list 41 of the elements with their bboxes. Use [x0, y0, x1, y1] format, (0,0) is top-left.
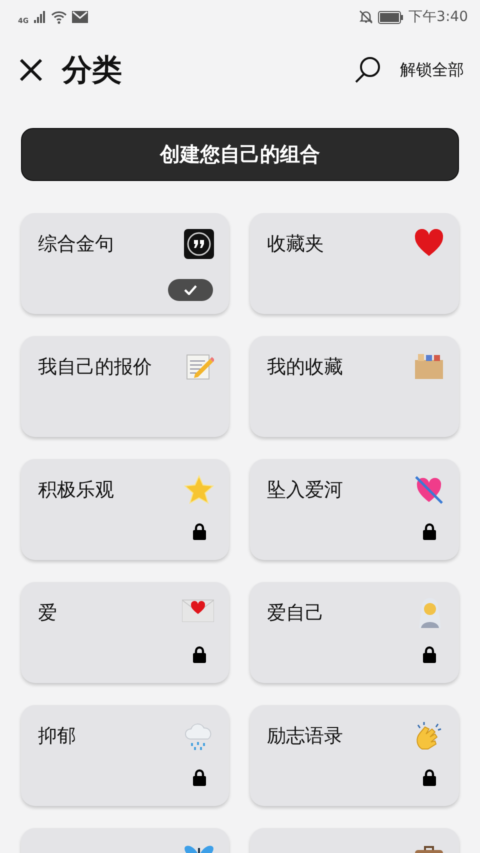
rain-cloud-icon: [184, 721, 214, 751]
person-veil-icon: [416, 598, 444, 628]
quote-icon: [184, 229, 214, 259]
category-label: 积极乐观: [38, 478, 114, 503]
page-title: 分类: [62, 52, 123, 90]
memo-pencil-icon: [186, 352, 214, 380]
file-box-icon: [414, 352, 444, 380]
unlock-all-button[interactable]: 解锁全部: [400, 60, 464, 80]
signal-icon: [34, 11, 46, 23]
category-label: 励志语录: [267, 724, 343, 749]
create-combination-button[interactable]: 创建您自己的组合: [21, 128, 459, 181]
category-label: 爱: [38, 601, 57, 626]
category-card[interactable]: 爱: [21, 582, 229, 683]
category-label: 收藏夹: [267, 232, 324, 257]
category-card[interactable]: 综合金句: [21, 213, 229, 314]
search-button[interactable]: [354, 56, 382, 84]
star-icon: [184, 475, 214, 505]
category-card[interactable]: 我自己的报价: [21, 336, 229, 437]
category-label: 我自己的报价: [38, 355, 152, 380]
close-button[interactable]: [18, 57, 44, 83]
bell-muted-icon: [358, 10, 373, 24]
category-card[interactable]: 收藏夹: [250, 213, 459, 314]
category-card[interactable]: 坠入爱河: [250, 459, 459, 560]
clock-time: 下午3:40: [408, 8, 468, 26]
category-label: 爱自己: [267, 601, 324, 626]
category-card[interactable]: 我的收藏: [250, 336, 459, 437]
category-label: 我的收藏: [267, 355, 343, 380]
heart-icon: [414, 229, 444, 257]
category-label: 坠入爱河: [267, 478, 343, 503]
love-letter-icon: [182, 598, 214, 622]
wifi-icon: [50, 10, 67, 24]
battery-icon: [378, 10, 404, 24]
category-card[interactable]: 爱自己: [250, 582, 459, 683]
heart-arrow-icon: [414, 475, 444, 505]
category-card[interactable]: 励志语录: [250, 705, 459, 806]
category-label: 综合金句: [38, 232, 114, 257]
category-card[interactable]: 积极乐观: [21, 459, 229, 560]
clapping-hands-icon: [414, 721, 444, 751]
category-card[interactable]: 抑郁: [21, 705, 229, 806]
mail-icon: [72, 11, 88, 23]
category-label: 抑郁: [38, 724, 76, 749]
